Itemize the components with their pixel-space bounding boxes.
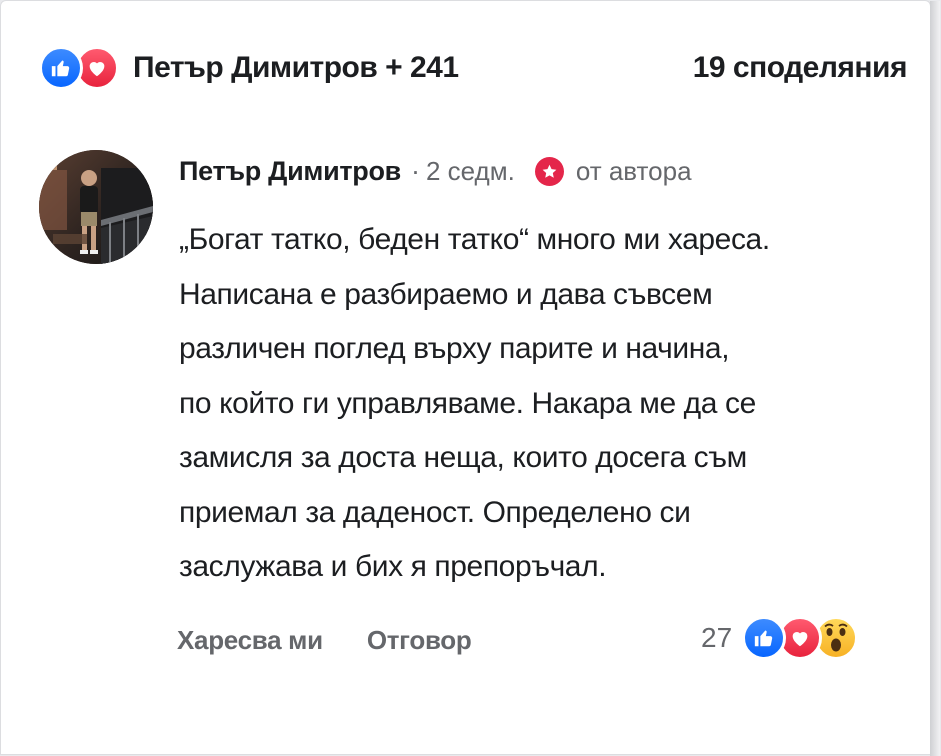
like-icon (742, 616, 787, 660)
comment-reactions[interactable]: 27 (701, 615, 859, 661)
star-icon (534, 156, 564, 186)
separator-dot: · (410, 155, 420, 186)
like-icon (39, 46, 83, 90)
comment-text: „Богат татко, беден татко“ много ми харе… (179, 213, 899, 595)
reply-button[interactable]: Отговор (367, 625, 472, 656)
comment-header: Петър Димитров · 2 седм. от автора (179, 151, 692, 191)
shares-count[interactable]: 19 споделяния (693, 51, 908, 85)
comment-line: различен поглед върху парите и начина, (179, 332, 730, 365)
reaction-summary-icons[interactable] (39, 46, 119, 90)
like-button[interactable]: Харесва ми (177, 625, 323, 656)
comment-line: по който ги управляваме. Накара ме да се (179, 386, 756, 420)
comment-line: замисля за доста неща, които досега съм (179, 441, 747, 474)
comment-line: „Богат татко, беден татко“ много ми харе… (179, 223, 770, 256)
comment-line: заслужава и бих я препоръчал. (179, 550, 607, 583)
reactors-summary[interactable]: Петър Димитров + 241 (133, 51, 459, 85)
author-badge-label: от автора (575, 155, 692, 186)
comment-actions: Харесва ми Отговор (177, 617, 472, 663)
avatar[interactable] (39, 150, 153, 264)
reactions-summary-bar: Петър Димитров + 241 19 споделяния (39, 45, 908, 91)
comment-line: приемал за даденост. Определено си (179, 495, 691, 529)
comment-line: Написана е разбираемо и дава съвсем (179, 277, 713, 311)
comment-timestamp[interactable]: 2 седм. (426, 156, 515, 187)
comment-author-name[interactable]: Петър Димитров (179, 156, 401, 187)
reaction-count: 27 (701, 622, 733, 653)
comment-card: Петър Димитров + 241 19 споделяния Петър… (0, 0, 940, 756)
